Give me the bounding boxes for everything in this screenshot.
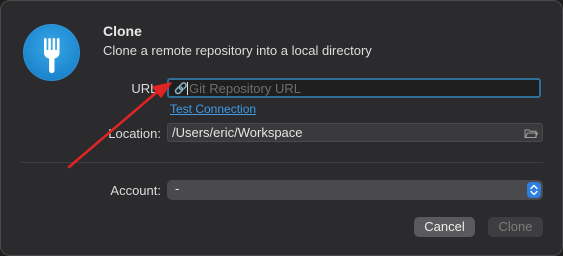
folder-icon[interactable]	[524, 126, 539, 144]
link-icon: 🔗	[174, 83, 188, 95]
divider	[21, 162, 543, 163]
location-field[interactable]: /Users/eric/Workspace	[167, 123, 543, 142]
url-label: URL:	[131, 81, 161, 96]
account-label: Account:	[110, 183, 161, 198]
clone-button[interactable]: Clone	[488, 217, 543, 237]
dialog-title: Clone	[103, 23, 142, 39]
fork-icon	[23, 24, 80, 81]
dialog-subtitle: Clone a remote repository into a local d…	[103, 43, 372, 58]
up-down-chevron-icon	[527, 182, 541, 198]
account-selected-value: -	[175, 181, 180, 196]
cancel-button[interactable]: Cancel	[414, 217, 475, 237]
text-caret	[187, 82, 188, 95]
test-connection-link[interactable]: Test Connection	[170, 102, 256, 116]
clone-dialog: Clone Clone a remote repository into a l…	[0, 0, 563, 256]
account-select[interactable]: -	[167, 180, 543, 200]
location-label: Location:	[108, 126, 161, 141]
url-field[interactable]: 🔗	[167, 78, 541, 98]
location-value: /Users/eric/Workspace	[172, 125, 303, 140]
url-input[interactable]	[189, 80, 529, 96]
